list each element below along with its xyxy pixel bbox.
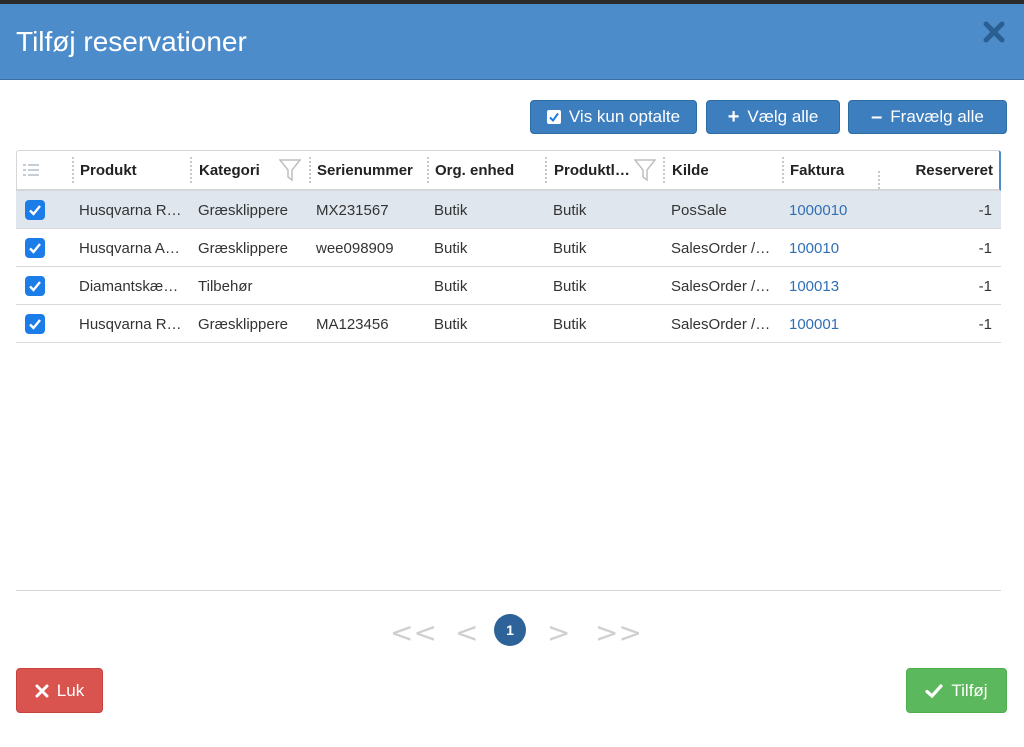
cell-kilde: SalesOrder /… [671,277,771,295]
checkmark-icon [925,683,943,698]
deselect-all-label: Fravælg alle [890,107,984,126]
reservations-grid: Produkt Kategori Serienummer Org. enhed … [16,150,1001,343]
x-icon [35,684,49,697]
table-row[interactable]: Diamantskæ… Tilbehør Butik Butik SalesOr… [16,267,1001,305]
cell-produkt: Diamantskæ… [79,277,179,295]
close-button-label: Luk [56,680,85,700]
cell-reserveret: -1 [978,277,992,295]
column-header-reserveret[interactable]: Reserveret [887,151,993,189]
add-button[interactable]: Tilføj [906,668,1007,713]
filter-icon[interactable] [633,158,657,182]
table-row[interactable]: Husqvarna A… Græsklippere wee098909 Buti… [16,229,1001,267]
select-all-label: Vælg alle [747,107,819,126]
cell-kategori: Græsklippere [198,239,289,257]
pager-prev-button[interactable]: < [455,616,478,649]
show-counted-only-toggle[interactable]: Vis kun optalte [530,100,697,134]
cell-kategori: Tilbehør [198,277,253,295]
cell-produktlokation: Butik [553,201,587,219]
cell-produkt: Husqvarna R… [79,201,182,219]
cell-serienummer [316,267,426,305]
filter-icon[interactable] [278,158,302,182]
column-menu-icon[interactable] [23,151,41,189]
column-header-produkt[interactable]: Produkt [80,151,190,189]
pager-next-button[interactable]: > [547,616,570,649]
column-header-kilde[interactable]: Kilde [672,151,772,189]
cell-produktlokation: Butik [553,277,587,295]
dialog-header: Tilføj reservationer [0,0,1024,80]
row-checkbox[interactable] [25,314,45,334]
pager-first-button[interactable]: << [390,616,437,649]
minus-icon: – [871,106,883,128]
pager-current-page[interactable]: 1 [494,614,526,646]
cell-kilde: SalesOrder /… [671,239,771,257]
invoice-link[interactable]: 100013 [789,267,879,305]
show-counted-only-label: Vis kun optalte [568,107,681,126]
cell-produktlokation: Butik [553,315,587,333]
close-button[interactable]: Luk [16,668,103,713]
column-header-kategori[interactable]: Kategori [199,151,279,189]
row-checkbox[interactable] [25,238,45,258]
cell-org-enhed: Butik [434,277,468,295]
footer-divider [16,590,1001,591]
cell-kilde: PosSale [671,201,727,219]
pager-last-button[interactable]: >> [595,616,642,649]
invoice-link[interactable]: 1000010 [789,191,879,229]
table-row[interactable]: Husqvarna R… Græsklippere MX231567 Butik… [16,191,1001,229]
cell-produkt: Husqvarna A… [79,239,180,257]
cell-kategori: Græsklippere [198,201,289,219]
cell-serienummer: wee098909 [316,239,394,257]
table-row[interactable]: Husqvarna R… Græsklippere MA123456 Butik… [16,305,1001,343]
column-header-produktlokation[interactable]: Produktl… [554,151,634,189]
cell-produkt: Husqvarna R… [79,315,182,333]
cell-serienummer: MA123456 [316,315,389,333]
cell-org-enhed: Butik [434,239,468,257]
checkbox-checked-icon [546,110,561,124]
cell-kilde: SalesOrder /… [671,315,771,333]
row-checkbox[interactable] [25,276,45,296]
cell-org-enhed: Butik [434,315,468,333]
deselect-all-button[interactable]: – Fravælg alle [848,100,1007,134]
add-button-label: Tilføj [951,680,988,700]
invoice-link[interactable]: 100010 [789,229,879,267]
column-header-serienummer[interactable]: Serienummer [317,151,427,189]
select-all-button[interactable]: + Vælg alle [706,100,840,134]
close-icon[interactable] [982,20,1006,44]
dialog-title: Tilføj reservationer [16,26,247,57]
invoice-link[interactable]: 100001 [789,305,879,343]
plus-icon: + [727,106,740,128]
cell-reserveret: -1 [978,239,992,257]
grid-header: Produkt Kategori Serienummer Org. enhed … [16,150,1001,191]
cell-serienummer: MX231567 [316,201,389,219]
column-header-org-enhed[interactable]: Org. enhed [435,151,545,189]
cell-reserveret: -1 [978,315,992,333]
cell-kategori: Græsklippere [198,315,289,333]
cell-produktlokation: Butik [553,239,587,257]
column-header-faktura[interactable]: Faktura [790,151,870,189]
cell-reserveret: -1 [978,201,992,219]
row-checkbox[interactable] [25,200,45,220]
cell-org-enhed: Butik [434,201,468,219]
